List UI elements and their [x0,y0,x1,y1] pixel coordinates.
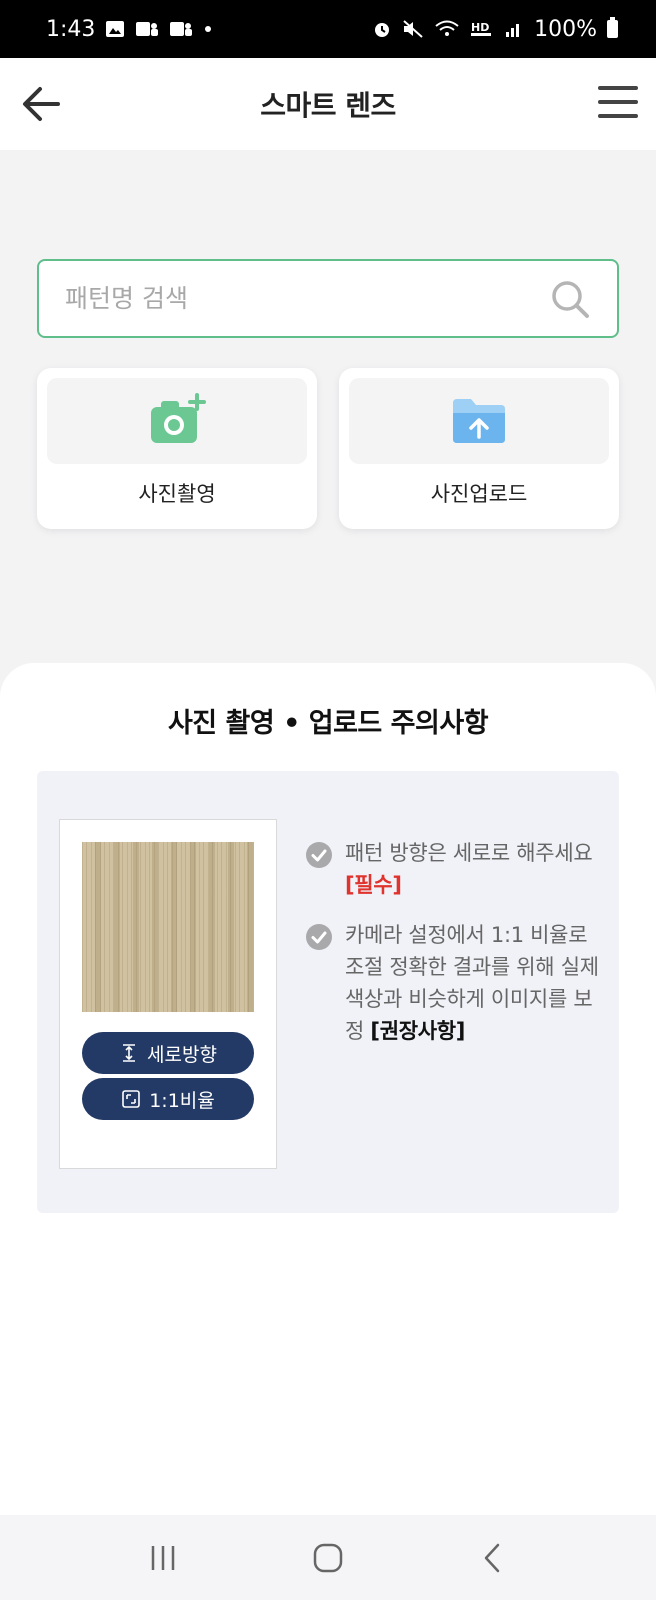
notice-item: 카메라 설정에서 1:1 비율로 조절 정확한 결과를 위해 실제 색상과 비슷… [305,919,605,1047]
search-input[interactable] [65,284,549,313]
battery-icon [607,17,618,38]
recent-apps-icon [151,1545,174,1570]
dot-icon [205,26,212,32]
search-box[interactable] [37,259,619,338]
check-circle-icon [306,842,332,868]
teams-icon [170,22,193,36]
take-photo-label: 사진촬영 [138,482,216,506]
system-navigation-bar [0,1515,656,1600]
status-bar: 1:43 HD 100% [0,0,656,58]
svg-text:HD: HD [471,21,489,34]
sample-image-frame: 세로방향 1:1비율 [59,819,277,1169]
required-tag: [필수] [345,873,402,897]
status-time: 1:43 [46,16,96,42]
page-title: 스마트 렌즈 [260,89,396,122]
signal-icon [506,24,520,37]
vertical-direction-label: 세로방향 [147,1043,217,1066]
check-circle-icon [306,924,332,950]
ratio-label: 1:1비율 [149,1089,215,1112]
home-icon [313,1543,343,1572]
card-icon-area [47,378,307,464]
upload-photo-button[interactable]: 사진업로드 [339,368,619,529]
chevron-left-icon [485,1543,500,1572]
teams-icon [136,22,159,36]
notice-list: 패턴 방향은 세로로 해주세요 [필수] 카메라 설정에서 1:1 비율로 조절… [305,837,605,1065]
search-icon[interactable] [549,278,591,320]
hd-voice-icon: HD [471,21,492,36]
arrow-left-icon [23,87,60,121]
camera-plus-icon [151,393,206,443]
wifi-icon [435,20,459,36]
notice-box: 세로방향 1:1비율 패턴 방향은 세로로 해주세요 [필수] 카메라 설정에서… [37,771,619,1213]
upload-photo-label: 사진업로드 [430,482,528,506]
system-back-button[interactable] [463,1538,523,1578]
recommended-tag: [권장사항] [370,1019,466,1043]
square-ratio-icon [122,1090,141,1108]
notice-title: 사진 촬영 • 업로드 주의사항 [167,708,489,739]
hamburger-menu-icon [598,86,638,90]
gallery-icon [106,21,125,37]
battery-percent: 100% [534,16,597,42]
mute-icon [403,20,423,38]
alarm-icon [375,23,390,37]
notice-item: 패턴 방향은 세로로 해주세요 [필수] [305,837,605,901]
ratio-tag: 1:1비율 [82,1078,254,1120]
wood-pattern-sample-image [82,842,254,1012]
recent-apps-button[interactable] [133,1538,193,1578]
card-icon-area [349,378,609,464]
vertical-arrow-icon [123,1044,136,1062]
take-photo-button[interactable]: 사진촬영 [37,368,317,529]
notice-sheet: 사진 촬영 • 업로드 주의사항 세로방향 1:1비율 패턴 방향은 세로로 해… [0,663,656,1515]
vertical-direction-tag: 세로방향 [82,1032,254,1074]
notice-item-text: 패턴 방향은 세로로 해주세요 [345,841,593,865]
back-button[interactable] [20,82,64,126]
app-header: 스마트 렌즈 [0,58,656,150]
folder-upload-icon [453,399,505,443]
menu-button[interactable] [598,86,638,122]
home-button[interactable] [298,1538,358,1578]
